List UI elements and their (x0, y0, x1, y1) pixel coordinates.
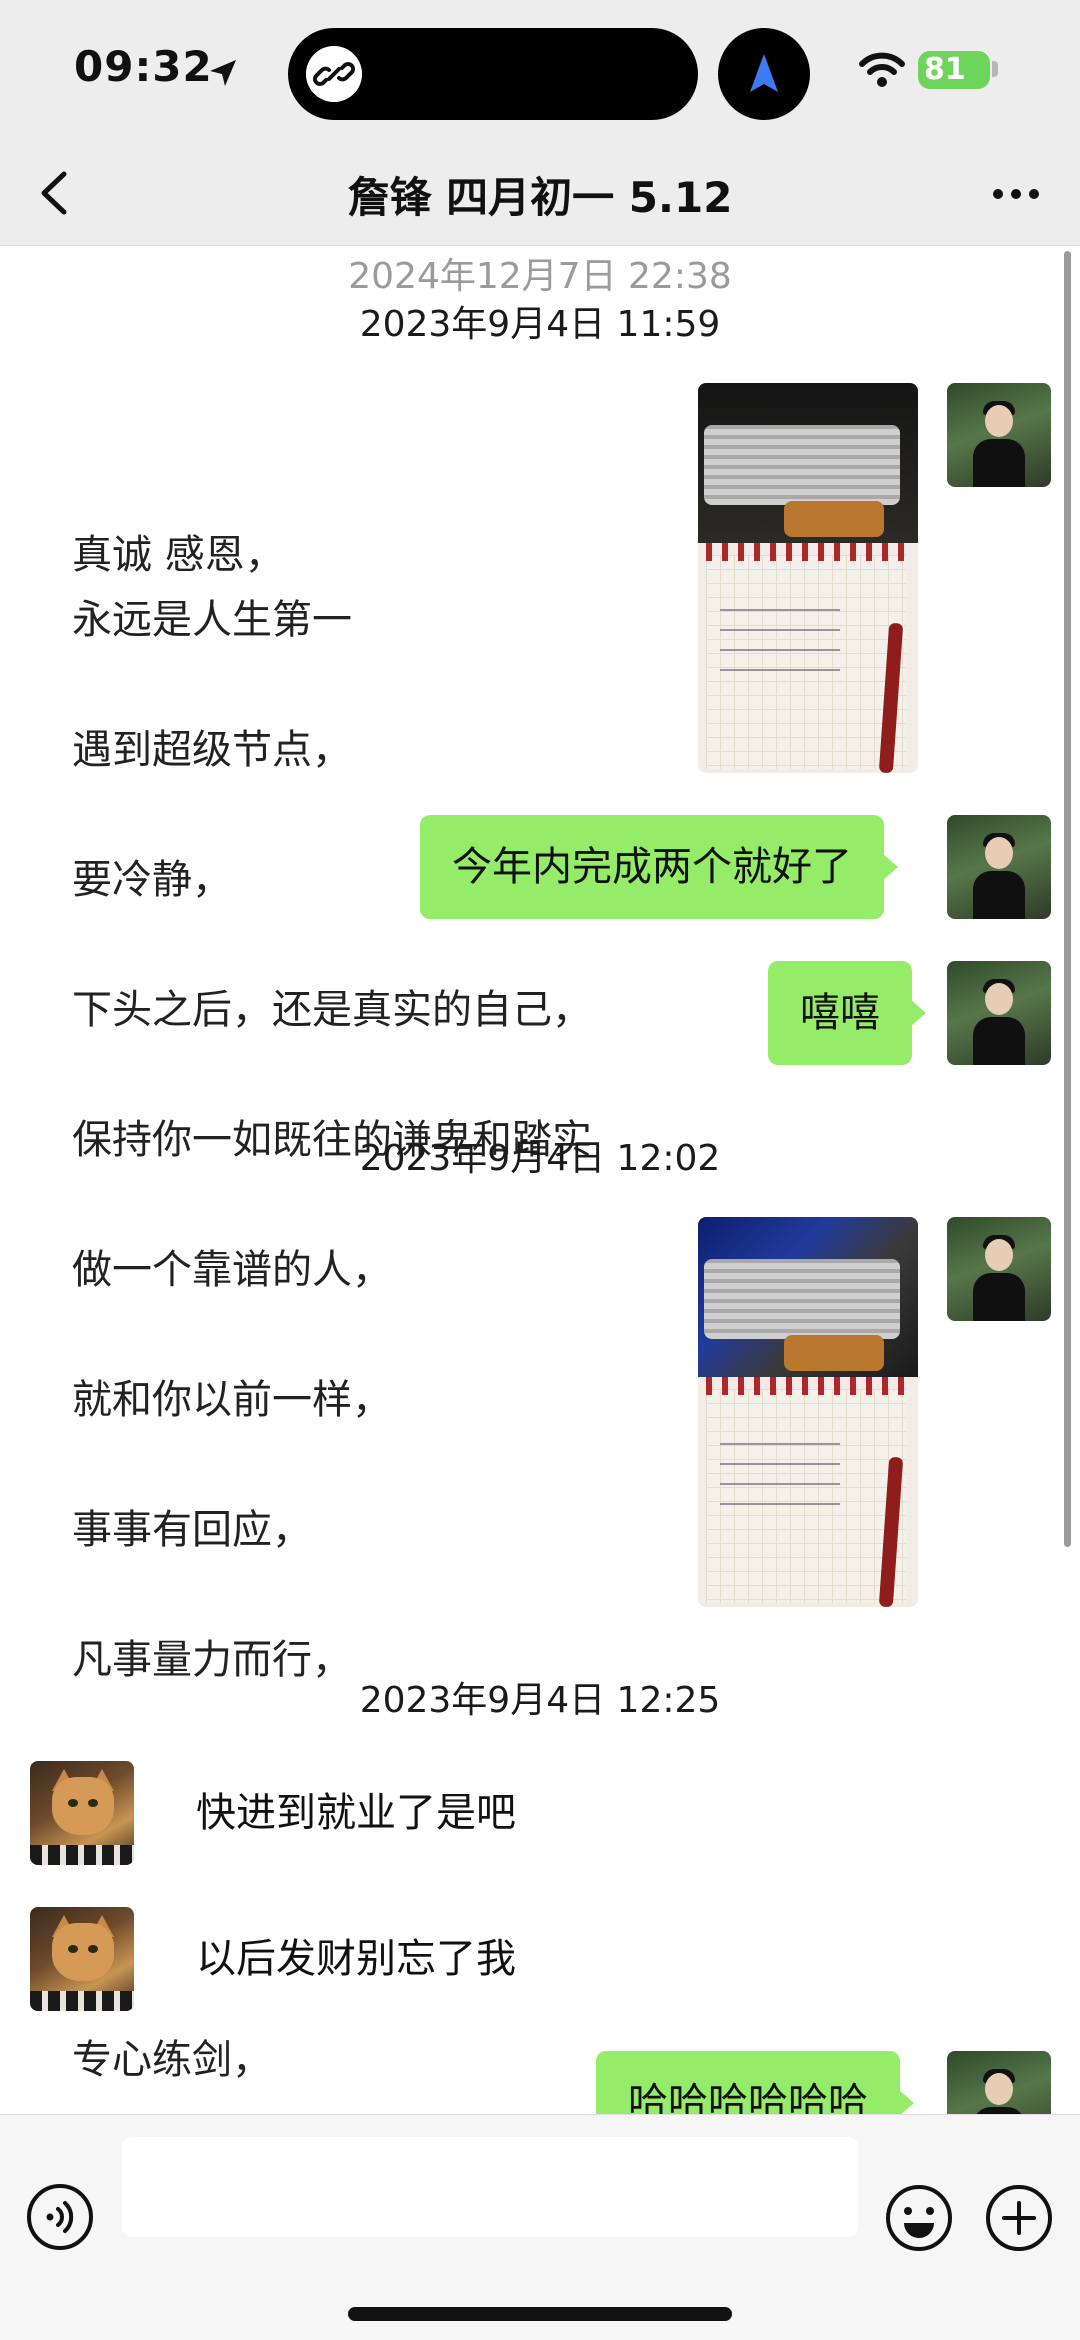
letter-line: 专心练剑， (72, 2037, 272, 2083)
avatar[interactable] (30, 1761, 134, 1865)
message-bubble-received[interactable]: 以后发财别忘了我 (150, 1907, 548, 2011)
avatar[interactable] (947, 961, 1051, 1065)
message-input[interactable] (122, 2137, 858, 2237)
status-time: 09:32 (74, 42, 213, 91)
letter-line: 就和你以前一样， (72, 1377, 392, 1423)
timestamp: 2024年12月7日 22:38 (348, 256, 732, 297)
timestamp: 2023年9月4日 11:59 (359, 304, 721, 345)
home-indicator[interactable] (348, 2307, 732, 2321)
avatar[interactable] (947, 1217, 1051, 1321)
message-bubble-sent[interactable]: 今年内完成两个就好了 (420, 815, 898, 919)
letter-line: 做一个靠谱的人， (72, 1247, 392, 1293)
navigation-icon (750, 54, 778, 92)
message-list[interactable]: 2024年12月7日 22:38 2023年9月4日 11:59 真诚 感恩， … (0, 247, 1080, 2114)
message-bubble-sent[interactable]: 哈哈哈哈哈哈 (596, 2051, 914, 2114)
input-bar (0, 2114, 1080, 2340)
plus-icon[interactable] (984, 2183, 1054, 2253)
timestamp: 2023年9月4日 12:25 (359, 1680, 721, 1721)
letter-line: 事事有回应， (72, 1507, 312, 1553)
more-dots-icon[interactable] (984, 164, 1048, 222)
wifi-icon (859, 52, 905, 87)
photo-writing (720, 1433, 840, 1513)
navigation-status (718, 28, 810, 120)
photo-case (704, 1259, 900, 1339)
location-arrow-icon (210, 60, 236, 86)
chat-header: 詹锋 四月初一 5.12 (0, 140, 1080, 246)
photo-case (704, 425, 900, 505)
photo-writing (720, 599, 840, 679)
photo-rings (706, 543, 906, 561)
letter-line: 真诚 感恩， (72, 532, 285, 578)
scrollbar[interactable] (1064, 251, 1071, 1547)
message-bubble-received[interactable]: 快进到就业了是吧 (150, 1761, 548, 1865)
dynamic-island (288, 28, 698, 120)
message-bubble-sent[interactable]: 嘻嘻 (768, 961, 926, 1065)
photo-strap (784, 501, 884, 537)
letter-line: 下头之后，还是真实的自己， (72, 987, 592, 1033)
letter-line: 要冷静， (72, 857, 232, 903)
status-bar: 09:32 81 (0, 0, 1080, 140)
image-message[interactable] (698, 1217, 918, 1607)
battery-tip (992, 61, 998, 77)
link-icon (306, 46, 362, 102)
avatar[interactable] (30, 1907, 134, 2011)
avatar[interactable] (947, 383, 1051, 487)
battery-icon: 81 (918, 51, 990, 89)
photo-rings (706, 1377, 906, 1395)
timestamp: 2023年9月4日 12:02 (359, 1138, 721, 1179)
voice-icon[interactable] (26, 2183, 94, 2251)
avatar[interactable] (947, 2051, 1051, 2114)
avatar[interactable] (947, 815, 1051, 919)
image-message[interactable] (698, 383, 918, 773)
chat-title: 詹锋 四月初一 5.12 (347, 173, 733, 222)
letter-line: 遇到超级节点， (72, 727, 352, 773)
emoji-icon[interactable] (884, 2183, 954, 2253)
photo-strap (784, 1335, 884, 1371)
battery-level: 81 (924, 52, 966, 87)
letter-line: 永远是人生第一 (72, 597, 352, 643)
